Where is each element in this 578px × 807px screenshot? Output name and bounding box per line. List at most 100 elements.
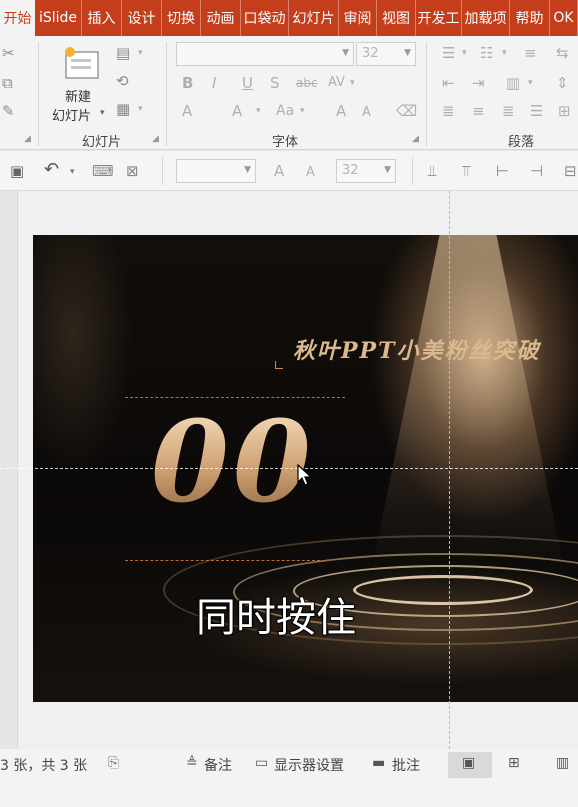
columns-icon[interactable]: ▥ bbox=[506, 74, 520, 92]
horizontal-guide[interactable] bbox=[0, 468, 578, 469]
reading-view-icon[interactable]: ▥ bbox=[556, 755, 569, 771]
shrink-font-icon[interactable]: A bbox=[306, 164, 315, 182]
layout-icon[interactable]: ▤ bbox=[116, 44, 130, 62]
shadow-text-icon[interactable]: S bbox=[270, 74, 280, 92]
tab-transitions[interactable]: 切换 bbox=[162, 0, 201, 36]
change-case-icon[interactable]: Aa bbox=[276, 102, 294, 120]
cut-icon[interactable]: ✂ bbox=[2, 44, 15, 62]
chevron-down-icon: ▾ bbox=[528, 78, 533, 88]
clear-formatting-icon[interactable]: ⌫ bbox=[396, 102, 417, 120]
align-bottom-icon[interactable]: ⫫ bbox=[428, 162, 436, 180]
section-icon[interactable]: ▦ bbox=[116, 100, 130, 118]
tab-insert[interactable]: 插入 bbox=[82, 0, 122, 36]
chevron-down-icon[interactable]: ▾ bbox=[70, 163, 75, 181]
reset-icon[interactable]: ⟲ bbox=[116, 72, 129, 90]
numbering-icon[interactable]: ☷ bbox=[480, 44, 493, 62]
format-painter-icon[interactable]: ✎ bbox=[2, 102, 15, 120]
tab-animations[interactable]: 动画 bbox=[201, 0, 241, 36]
chevron-down-icon: ▾ bbox=[138, 48, 143, 58]
tab-help[interactable]: 帮助 bbox=[510, 0, 550, 36]
tab-design[interactable]: 设计 bbox=[122, 0, 162, 36]
save-icon[interactable]: ▣ bbox=[10, 162, 24, 180]
font-size-value: 32 bbox=[362, 46, 379, 61]
grow-font-icon[interactable]: A bbox=[274, 162, 284, 180]
slides-launcher-icon[interactable]: ◢ bbox=[152, 134, 159, 144]
underline-icon[interactable]: U bbox=[242, 74, 253, 92]
display-settings-icon[interactable]: ▭ bbox=[255, 755, 268, 771]
qat-font-combo[interactable]: ▼ bbox=[176, 159, 256, 183]
comments-button[interactable]: 批注 bbox=[392, 755, 420, 775]
tab-review[interactable]: 审阅 bbox=[339, 0, 377, 36]
copy-icon[interactable]: ⧉ bbox=[2, 74, 13, 92]
slide-sorter-icon[interactable]: ⊞ bbox=[508, 755, 520, 771]
align-left-icon[interactable]: ≣ bbox=[442, 102, 455, 120]
clipboard-launcher-icon[interactable]: ◢ bbox=[24, 134, 31, 144]
display-settings-button[interactable]: 显示器设置 bbox=[274, 755, 344, 775]
char-spacing-icon[interactable]: AV bbox=[328, 74, 345, 92]
align-top-icon[interactable]: ⫪ bbox=[462, 162, 470, 180]
new-slide-label: 新建 bbox=[65, 90, 92, 105]
font-size-combo[interactable]: 32 ▼ bbox=[356, 42, 416, 66]
grow-font-icon[interactable]: A bbox=[336, 102, 346, 120]
notes-icon[interactable]: ≜ bbox=[186, 755, 198, 771]
font-color-icon[interactable]: A bbox=[232, 102, 242, 120]
group-paragraph-label: 段落 bbox=[508, 135, 535, 150]
align-right-objects-icon[interactable]: ⊣ bbox=[530, 162, 543, 180]
separator bbox=[162, 157, 163, 185]
tab-ok[interactable]: OK bbox=[550, 0, 578, 36]
tab-view[interactable]: 视图 bbox=[377, 0, 416, 36]
new-slide-button[interactable]: 新建 幻灯片 ▾ bbox=[50, 44, 110, 124]
video-subtitle: 同时按住 bbox=[195, 594, 357, 642]
bold-icon[interactable]: B bbox=[182, 74, 193, 92]
tab-islide[interactable]: iSlide bbox=[35, 0, 82, 36]
notes-button[interactable]: 备注 bbox=[204, 755, 232, 775]
slide-count: 3 张，共 3 张 bbox=[0, 758, 88, 774]
align-right-icon[interactable]: ≣ bbox=[502, 102, 515, 120]
undo-icon[interactable]: ↶ bbox=[44, 161, 59, 179]
increase-indent-icon[interactable]: ⇥ bbox=[472, 74, 485, 92]
chevron-down-icon: ▾ bbox=[100, 108, 105, 118]
comments-icon[interactable]: ▬ bbox=[372, 755, 385, 771]
qat-font-size-combo[interactable]: 32 ▼ bbox=[336, 159, 396, 183]
chevron-down-icon: ▾ bbox=[300, 106, 305, 116]
tab-pocket-animation[interactable]: 口袋动 bbox=[241, 0, 289, 36]
normal-view-icon[interactable]: ▣ bbox=[462, 755, 475, 771]
strikethrough-icon[interactable]: abc bbox=[296, 74, 318, 92]
text-effects-icon[interactable]: A bbox=[182, 102, 192, 120]
bullets-icon[interactable]: ☰ bbox=[442, 44, 455, 62]
vertical-guide[interactable] bbox=[449, 191, 450, 749]
keyboard-icon[interactable]: ⌨ bbox=[92, 162, 114, 180]
line-spacing-icon[interactable]: ≡ bbox=[524, 44, 537, 62]
align-text-icon[interactable]: ⇕ bbox=[556, 74, 569, 92]
powerpoint-window: 开始 iSlide 插入 设计 切换 动画 口袋动 幻灯片 审阅 视图 开发工 … bbox=[0, 0, 578, 807]
distribute-icon[interactable]: ⊟ bbox=[564, 162, 577, 180]
accessibility-icon[interactable]: ⎘ bbox=[108, 755, 119, 771]
tab-addins[interactable]: 加载项 bbox=[462, 0, 510, 36]
font-launcher-icon[interactable]: ◢ bbox=[412, 134, 419, 144]
stage-ring bbox=[353, 575, 533, 605]
move-cursor-icon bbox=[297, 463, 313, 486]
new-slide-label-2: 幻灯片 bbox=[52, 109, 92, 124]
spotlight-beam bbox=[373, 235, 563, 565]
font-name-combo[interactable]: ▼ bbox=[176, 42, 354, 66]
tab-slideshow[interactable]: 幻灯片 bbox=[289, 0, 339, 36]
slide-editing-area[interactable]: 秋叶PPT小美粉丝突破 00 同时按住 bbox=[0, 191, 578, 749]
close-box-icon[interactable]: ⊠ bbox=[126, 162, 139, 180]
chevron-down-icon: ▼ bbox=[384, 165, 391, 175]
justify-icon[interactable]: ☰ bbox=[530, 102, 543, 120]
align-left-objects-icon[interactable]: ⊢ bbox=[496, 162, 509, 180]
decrease-indent-icon[interactable]: ⇤ bbox=[442, 74, 455, 92]
text-direction-icon[interactable]: ⇆ bbox=[556, 44, 569, 62]
group-slides-label: 幻灯片 bbox=[82, 135, 122, 150]
smartart-icon[interactable]: ⊞ bbox=[558, 102, 571, 120]
chevron-down-icon: ▾ bbox=[350, 78, 355, 88]
align-center-icon[interactable]: ≡ bbox=[472, 102, 485, 120]
shrink-font-icon[interactable]: A bbox=[362, 104, 371, 122]
italic-icon[interactable]: I bbox=[212, 74, 216, 92]
tab-developer[interactable]: 开发工 bbox=[416, 0, 462, 36]
separator bbox=[38, 42, 39, 146]
slide-number-text[interactable]: 00 bbox=[151, 403, 315, 523]
selection-corner bbox=[275, 361, 283, 369]
tab-home[interactable]: 开始 bbox=[0, 0, 35, 36]
slide-title[interactable]: 秋叶PPT小美粉丝突破 bbox=[293, 333, 540, 365]
